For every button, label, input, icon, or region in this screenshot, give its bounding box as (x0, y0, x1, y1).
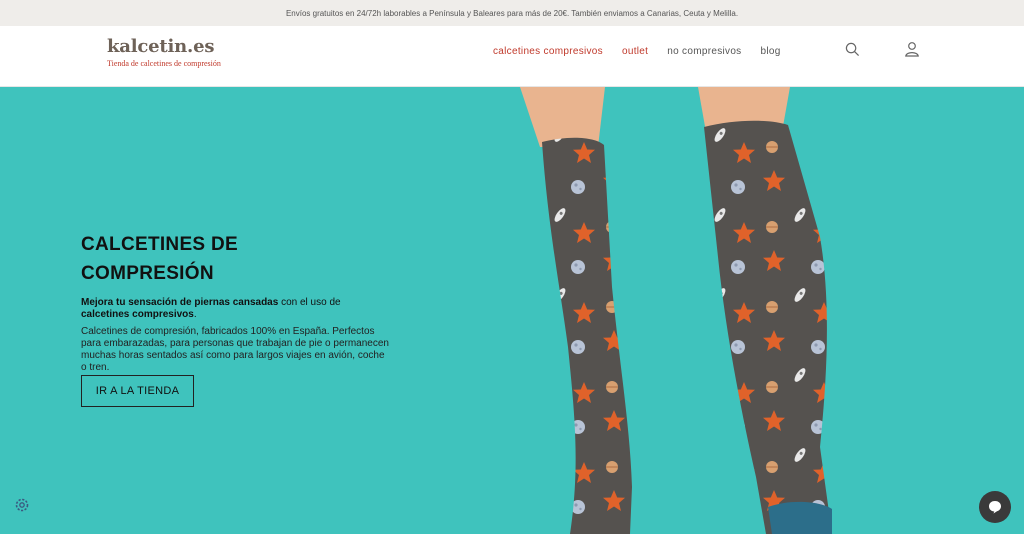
nav-outlet[interactable]: outlet (622, 46, 648, 57)
logo[interactable]: kalcetin.es Tienda de calcetines de comp… (107, 36, 221, 68)
chat-button[interactable] (979, 491, 1011, 523)
hero-lead-bold-2: calcetines compresivos (81, 309, 194, 320)
logo-tagline: Tienda de calcetines de compresión (107, 59, 221, 68)
search-icon[interactable] (843, 40, 861, 58)
user-icon[interactable] (903, 40, 921, 58)
nav-blog[interactable]: blog (760, 46, 780, 57)
shop-cta-button[interactable]: IR A LA TIENDA (81, 375, 194, 407)
hero-lead-end: . (193, 309, 197, 320)
main-nav: calcetines compresivos outlet no compres… (493, 46, 781, 57)
socks-product-image (520, 87, 832, 534)
shipping-banner: Envíos gratuitos en 24/72h laborables a … (0, 0, 1024, 26)
hero-lead-text: con el uso de (278, 297, 341, 308)
hero-lead-bold-1: Mejora tu sensación de piernas cansadas (81, 297, 279, 308)
hero-lead: Mejora tu sensación de piernas cansadas … (81, 297, 391, 321)
site-header: kalcetin.es Tienda de calcetines de comp… (0, 26, 1024, 87)
hero-body: Calcetines de compresión, fabricados 100… (81, 326, 389, 373)
shipping-message: Envíos gratuitos en 24/72h laborables a … (285, 8, 739, 18)
nav-calcetines-compresivos[interactable]: calcetines compresivos (493, 46, 603, 57)
hero-title: CALCETINES DE COMPRESIÓN (81, 234, 238, 284)
nav-no-compresivos[interactable]: no compresivos (667, 46, 741, 57)
hero-text: CALCETINES DE COMPRESIÓN Mejora tu sensa… (81, 230, 391, 374)
logo-name: kalcetin.es (107, 36, 215, 57)
gear-icon[interactable] (14, 497, 30, 513)
chat-icon (989, 501, 1001, 514)
hero-section: CALCETINES DE COMPRESIÓN Mejora tu sensa… (0, 87, 1024, 534)
